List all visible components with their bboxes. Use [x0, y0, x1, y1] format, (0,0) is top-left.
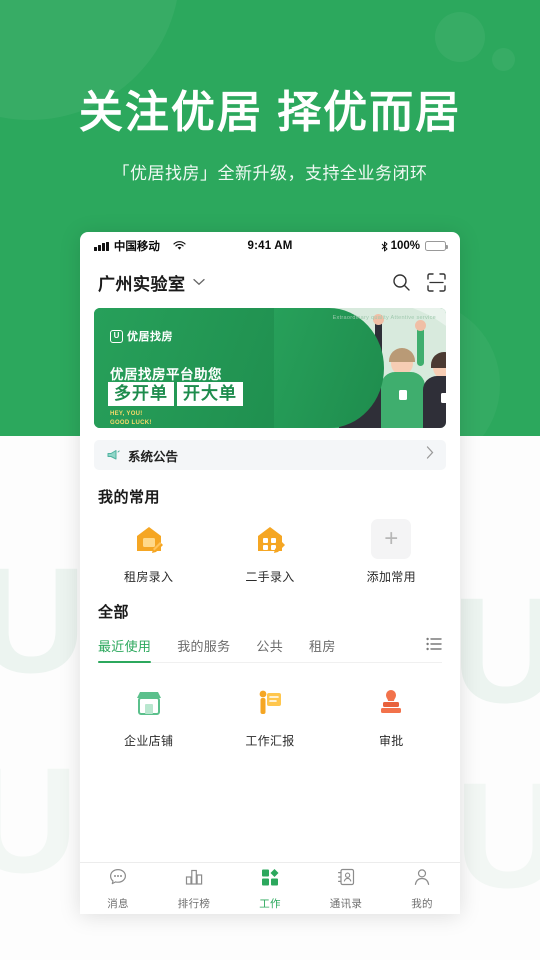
- nav-item-messages[interactable]: 消息: [80, 867, 156, 911]
- watermark-u-right-1: U: [452, 566, 540, 734]
- ranking-icon: [184, 867, 204, 892]
- house-resale-icon: [250, 519, 290, 559]
- phone-mockup: 中国移动 9:41 AM 100% 广州实验室 U 优居找房 优居找房平台助您 …: [80, 232, 460, 914]
- plus-icon: +: [371, 519, 412, 559]
- app-item-label: 工作汇报: [245, 734, 295, 748]
- all-section-title: 全部: [98, 604, 130, 621]
- bottom-navigation: 消息 排行榜 工作 通讯录 我的: [80, 862, 460, 914]
- bluetooth-icon: [381, 241, 388, 252]
- system-notice-bar[interactable]: 系统公告: [94, 440, 446, 470]
- banner-logo-text: 优居找房: [127, 331, 173, 343]
- category-tabs: 最近使用 我的服务 公共 租房: [98, 636, 442, 663]
- megaphone-icon: [106, 449, 120, 461]
- nav-item-contacts[interactable]: 通讯录: [308, 867, 384, 911]
- workspace-grid-icon: [260, 867, 280, 892]
- banner-emphasis-1: 多开单: [108, 382, 174, 406]
- chevron-down-icon: [192, 273, 205, 291]
- app-item-shop[interactable]: 企业店铺: [88, 683, 209, 749]
- hero-subtitle: 「优居找房」全新升级，支持全业务闭环: [112, 163, 428, 183]
- tab-recent[interactable]: 最近使用: [98, 636, 152, 663]
- report-icon: [250, 683, 290, 723]
- nav-item-label: 我的: [411, 897, 433, 910]
- app-item-report[interactable]: 工作汇报: [209, 683, 330, 749]
- favorite-item-label: 添加常用: [366, 570, 416, 584]
- contacts-icon: [336, 867, 356, 892]
- favorite-item-add[interactable]: + 添加常用: [331, 519, 452, 585]
- app-item-label: 企业店铺: [124, 734, 174, 748]
- banner-logo-mark: U: [110, 329, 123, 343]
- location-selector[interactable]: 广州实验室: [98, 270, 205, 295]
- wifi-icon: [173, 241, 186, 251]
- favorite-item-resale-entry[interactable]: 二手录入: [209, 519, 330, 585]
- nav-item-label: 排行榜: [177, 897, 211, 910]
- favorite-item-label: 二手录入: [245, 570, 295, 584]
- list-view-icon[interactable]: [426, 637, 442, 662]
- banner-headline: 优居找房平台助您: [110, 367, 222, 382]
- app-header: 广州实验室: [80, 260, 460, 304]
- profile-icon: [412, 867, 432, 892]
- tab-my-services[interactable]: 我的服务: [177, 636, 230, 662]
- favorites-grid: 租房录入 二手录入 + 添加常用: [80, 519, 460, 585]
- scan-icon[interactable]: [427, 272, 446, 292]
- favorites-section-title: 我的常用: [98, 489, 161, 506]
- system-notice-label: 系统公告: [128, 449, 179, 464]
- favorite-item-label: 租房录入: [124, 570, 174, 584]
- favorite-item-rent-entry[interactable]: 租房录入: [88, 519, 209, 585]
- hero-title: 关注优居 择优而居: [78, 88, 462, 137]
- watermark-u-right-2: U: [455, 751, 540, 919]
- carrier-label: 中国移动: [113, 241, 160, 253]
- battery-icon: [425, 241, 449, 251]
- nav-item-work[interactable]: 工作: [232, 867, 308, 911]
- banner-footer-text: HEY, YOU! GOOD LUCK!: [110, 410, 152, 428]
- chevron-right-icon: [426, 446, 434, 464]
- signal-bars-icon: [94, 241, 109, 251]
- tab-rent[interactable]: 租房: [309, 636, 336, 662]
- status-bar: 中国移动 9:41 AM 100%: [80, 232, 460, 260]
- watermark-u-left-2: U: [0, 736, 79, 904]
- banner-footer-line1: HEY, YOU!: [110, 411, 143, 417]
- hero-section: 关注优居 择优而居 「优居找房」全新升级，支持全业务闭环: [0, 0, 540, 184]
- chat-icon: [108, 867, 128, 892]
- stamp-approval-icon: [371, 683, 411, 723]
- nav-item-label: 工作: [259, 897, 281, 910]
- banner-emphasis-2: 开大单: [177, 382, 243, 406]
- house-rent-icon: [129, 519, 169, 559]
- banner-logo: U 优居找房: [110, 328, 173, 344]
- status-bar-time: 9:41 AM: [247, 240, 293, 252]
- app-item-approval[interactable]: 审批: [331, 683, 452, 749]
- promo-banner[interactable]: U 优居找房 优居找房平台助您 多开单 开大单 HEY, YOU! GOOD L…: [94, 308, 446, 428]
- apps-grid: 企业店铺 工作汇报 审批: [80, 683, 460, 749]
- search-icon[interactable]: [392, 273, 411, 292]
- tab-public[interactable]: 公共: [256, 636, 283, 662]
- banner-emphasis: 多开单 开大单: [108, 382, 243, 406]
- watermark-u-left-1: U: [0, 536, 87, 704]
- nav-item-label: 通讯录: [329, 897, 363, 910]
- banner-footer-line2: GOOD LUCK!: [110, 420, 152, 426]
- app-item-label: 审批: [378, 734, 404, 748]
- shop-icon: [129, 683, 169, 723]
- banner-english-tag: Extraordinary quality Attentive service: [332, 315, 436, 321]
- nav-item-ranking[interactable]: 排行榜: [156, 867, 232, 911]
- nav-item-label: 消息: [107, 897, 129, 910]
- nav-item-profile[interactable]: 我的: [384, 867, 460, 911]
- app-header-title: 广州实验室: [98, 274, 186, 294]
- battery-percent-label: 100%: [390, 240, 421, 252]
